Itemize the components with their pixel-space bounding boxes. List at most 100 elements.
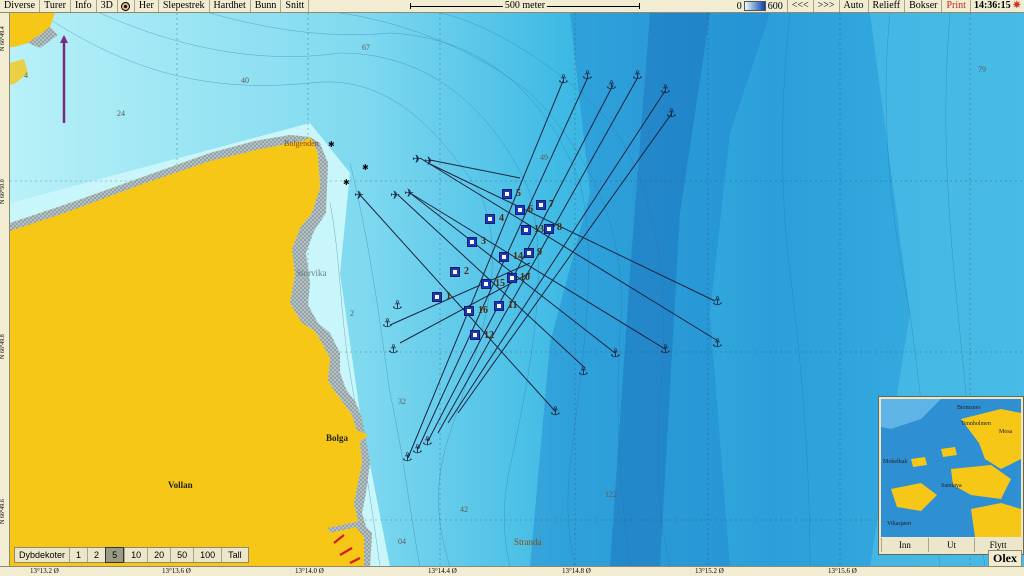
svg-text:✱: ✱ [328, 140, 335, 149]
menu-diverse[interactable]: Diverse [0, 0, 41, 12]
station-marker[interactable] [432, 292, 442, 302]
menu-info[interactable]: Info [71, 0, 97, 12]
svg-text:⚓: ⚓ [632, 68, 643, 82]
depth-label: 67 [362, 43, 370, 52]
station-label: 13 [534, 224, 544, 235]
place-vollan: Vollan [168, 480, 193, 490]
place-bolgenden: Bolgenden [284, 139, 319, 148]
depth-label: 40 [241, 76, 249, 85]
station-label: 14 [513, 251, 523, 262]
menu-slepestrek[interactable]: Slepestrek [159, 0, 210, 12]
station-label: 4 [499, 213, 504, 224]
svg-text:✈: ✈ [404, 186, 414, 200]
station-label: 7 [549, 199, 554, 210]
minimap-label: Mokelbak [883, 459, 908, 465]
station-marker[interactable] [507, 273, 517, 283]
svg-text:✈: ✈ [412, 152, 422, 166]
svg-text:⚓: ⚓ [660, 82, 671, 96]
depth-label: 49 [540, 153, 548, 162]
station-marker[interactable] [524, 248, 534, 258]
svg-text:⚓: ⚓ [712, 294, 723, 308]
station-label: 15 [495, 278, 505, 289]
station-marker[interactable] [494, 301, 504, 311]
menu-turer[interactable]: Turer [40, 0, 71, 12]
contour-option-1[interactable]: 1 [69, 548, 87, 562]
zoom-out-button[interactable]: Ut [927, 538, 975, 552]
contour-option-tall[interactable]: Tall [221, 548, 248, 562]
menu-3d[interactable]: 3D [97, 0, 118, 12]
zoom-in-button[interactable]: Inn [881, 538, 928, 552]
depth-legend[interactable]: 0 600 [733, 0, 788, 12]
bathymetry-layer: ⚓ ⚓⚓ ⚓⚓⚓ ⚓⚓⚓ ⚓⚓⚓ ⚓⚓⚓ ⚓⚓⚓ ✈ ✈✈ ✈ ✈ ✱✱✱ [10, 13, 1024, 567]
station-marker[interactable] [467, 237, 477, 247]
lon-label: 13°15.2 Ø [695, 567, 724, 575]
station-marker[interactable] [470, 330, 480, 340]
contour-option-20[interactable]: 20 [147, 548, 170, 562]
station-marker[interactable] [515, 205, 525, 215]
svg-text:✈: ✈ [354, 188, 364, 202]
svg-text:✈: ✈ [424, 154, 434, 168]
station-marker[interactable] [450, 267, 460, 277]
lat-label: N 66°50.0 [0, 179, 6, 205]
menu-bunn[interactable]: Bunn [251, 0, 282, 12]
contour-option-100[interactable]: 100 [193, 548, 221, 562]
svg-text:✈: ✈ [390, 188, 400, 202]
place-stranda: Stranda [514, 537, 542, 547]
menu-snitt[interactable]: Snitt [281, 0, 310, 12]
station-label: 3 [481, 236, 486, 247]
contour-option-10[interactable]: 10 [124, 548, 147, 562]
lon-label: 13°13.6 Ø [162, 567, 191, 575]
minimap-label: Mosa [999, 429, 1013, 435]
clock-time: 14:36:15 [973, 0, 1011, 11]
position-button[interactable] [118, 0, 135, 12]
place-bolga: Bolga [326, 433, 349, 443]
minimap-label: Bremsnes [957, 405, 981, 411]
boxes-button[interactable]: Bokser [905, 0, 943, 12]
minimap-label: Sandøya [941, 483, 962, 489]
depth-contour-bar: Dybdekoter 1 2 5 10 20 50 100 Tall [14, 547, 249, 563]
depth-max: 600 [767, 0, 783, 12]
latitude-frame: N 66°50.0 N 66°49.8 N 66°49.6 N 66°49.4 [0, 12, 10, 568]
station-marker[interactable] [521, 225, 531, 235]
contour-option-2[interactable]: 2 [87, 548, 105, 562]
station-label: 1 [446, 291, 451, 302]
station-marker[interactable] [502, 189, 512, 199]
nav-left-button[interactable]: <<< [788, 0, 814, 12]
station-marker[interactable] [544, 224, 554, 234]
station-marker[interactable] [536, 200, 546, 210]
nav-right-button[interactable]: >>> [814, 0, 840, 12]
lat-label: N 66°49.8 [0, 334, 6, 360]
station-marker[interactable] [481, 279, 491, 289]
contour-option-5[interactable]: 5 [105, 547, 125, 563]
svg-text:✱: ✱ [343, 178, 350, 187]
svg-text:⚓: ⚓ [582, 68, 593, 82]
contour-option-50[interactable]: 50 [170, 548, 193, 562]
lon-label: 13°13.2 Ø [30, 567, 59, 575]
station-marker[interactable] [485, 214, 495, 224]
station-label: 8 [557, 222, 562, 233]
chart-map[interactable]: ⚓ ⚓ ⚓ ⚓ ⚓ ⚓ ⚓ ⚓ ⚓ ⚓ ⚓ ⚓ ⚓ ⚓ ⚓ ⚓ ⚓ ⚓ ✈ ✈ ✈ ✈ ✈ ✱ ✱ ✱ Bolge… [10, 13, 1024, 567]
longitude-frame: 13°13.2 Ø 13°13.6 Ø 13°14.0 Ø 13°14.4 Ø … [0, 566, 1024, 576]
depth-label: 4 [24, 71, 28, 80]
station-label: 2 [464, 266, 469, 277]
relief-button[interactable]: Relieff [869, 0, 906, 12]
station-marker[interactable] [499, 252, 509, 262]
menu-her[interactable]: Her [135, 0, 159, 12]
svg-text:⚓: ⚓ [610, 346, 621, 360]
svg-text:⚓: ⚓ [666, 106, 677, 120]
print-button[interactable]: Print [942, 0, 971, 12]
station-label: 16 [478, 305, 488, 316]
station-label: 5 [516, 188, 521, 199]
auto-button[interactable]: Auto [840, 0, 869, 12]
minimap-view[interactable]: Bremsnes Tennholmen Mosa Mokelbak Sandøy… [881, 399, 1021, 537]
lat-label: N 66°49.4 [0, 26, 6, 52]
overview-minimap: Bremsnes Tennholmen Mosa Mokelbak Sandøy… [878, 396, 1024, 555]
station-marker[interactable] [464, 306, 474, 316]
clock: 14:36:15 ✷ [971, 0, 1024, 12]
menu-bar: Diverse Turer Info 3D Her Slepestrek Har… [0, 0, 1024, 13]
menu-hardhet[interactable]: Hardhet [210, 0, 251, 12]
svg-text:⚓: ⚓ [550, 404, 561, 418]
svg-text:✱: ✱ [362, 163, 369, 172]
lon-label: 13°14.4 Ø [428, 567, 457, 575]
depth-label: 2 [350, 309, 354, 318]
